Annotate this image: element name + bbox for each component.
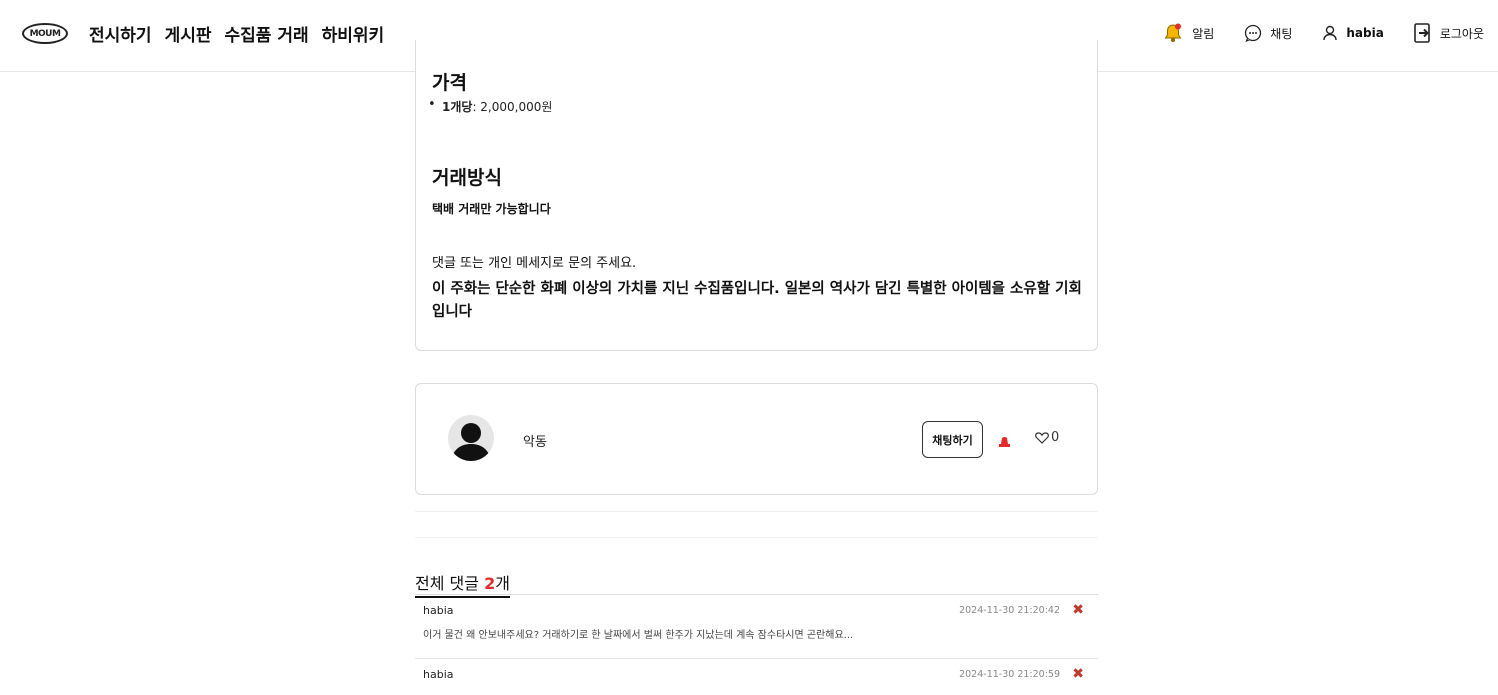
comments-count: 2: [484, 574, 496, 593]
trade-method-text: 택배 거래만 가능합니다: [432, 202, 551, 216]
comment-author[interactable]: habia: [423, 604, 454, 617]
contact-text: 댓글 또는 개인 메세지로 문의 주세요.: [432, 256, 637, 271]
price-heading: 가격: [432, 72, 467, 94]
comments-divider: [415, 594, 1098, 595]
start-chat-button[interactable]: 채팅하기: [922, 421, 983, 458]
like-count: 0: [1051, 430, 1060, 445]
seller-name[interactable]: 악동: [523, 431, 547, 450]
price-unit-value: : 2,000,000원: [472, 100, 553, 114]
comment-date: 2024-11-30 21:20:59: [959, 669, 1060, 680]
heart-icon: [1035, 431, 1049, 444]
username-label: habia: [1346, 26, 1384, 40]
seller-card: 악동 채팅하기 0: [415, 383, 1098, 495]
comment-divider: [415, 658, 1098, 659]
alarm-link[interactable]: 알림: [1162, 22, 1214, 44]
logout-link[interactable]: 로그아웃: [1414, 23, 1484, 43]
user-icon: [1323, 25, 1338, 41]
delete-comment-icon[interactable]: ✖: [1072, 666, 1084, 682]
user-nav: 알림 채팅 habia 로그아웃: [1162, 22, 1484, 44]
trade-method-heading: 거래방식: [432, 167, 502, 189]
delete-comment-icon[interactable]: ✖: [1072, 602, 1084, 618]
like-button[interactable]: 0: [1035, 430, 1059, 445]
empty-section: [415, 511, 1098, 538]
nav-link-exhibit[interactable]: 전시하기: [89, 21, 152, 46]
comment-date: 2024-11-30 21:20:42: [959, 605, 1060, 616]
logout-label: 로그아웃: [1439, 26, 1484, 41]
seller-avatar[interactable]: [448, 415, 494, 461]
item-description-card: 가격 1개당: 2,000,000원 거래방식 택배 거래만 가능합니다 댓글 …: [415, 40, 1098, 351]
nav-link-hobby-wiki[interactable]: 하비위키: [322, 21, 385, 46]
nav-link-board[interactable]: 게시판: [165, 21, 212, 46]
comment-body: 이거 물건 왜 안보내주세요? 거래하기로 한 날짜에서 벌써 한주가 지났는데…: [423, 630, 854, 641]
comments-title-prefix: 전체 댓글: [415, 574, 485, 593]
default-avatar-icon: [451, 423, 491, 461]
report-button[interactable]: [998, 433, 1011, 452]
chat-bubble-icon: [1245, 24, 1262, 42]
logout-icon: [1414, 23, 1430, 43]
price-list-item: 1개당: 2,000,000원: [428, 97, 553, 115]
chat-label: 채팅: [1270, 26, 1293, 41]
highlight-text: 이 주화는 단순한 화폐 이상의 가치를 지닌 수집품입니다. 일본의 역사가 …: [432, 281, 1082, 320]
alarm-label: 알림: [1192, 26, 1215, 41]
siren-icon: [999, 437, 1010, 447]
user-profile-link[interactable]: habia: [1322, 25, 1384, 41]
comment-author[interactable]: habia: [423, 668, 454, 681]
moum-logo[interactable]: MOUM: [22, 23, 68, 44]
bell-icon: [1164, 23, 1182, 42]
chat-link[interactable]: 채팅: [1244, 24, 1292, 42]
price-unit-label: 1개당: [442, 100, 473, 114]
nav-link-collectible-trade[interactable]: 수집품 거래: [224, 21, 308, 46]
main-nav-links: 전시하기 게시판 수집품 거래 하비위키: [89, 21, 384, 46]
comments-title-suffix: 개: [495, 574, 510, 593]
